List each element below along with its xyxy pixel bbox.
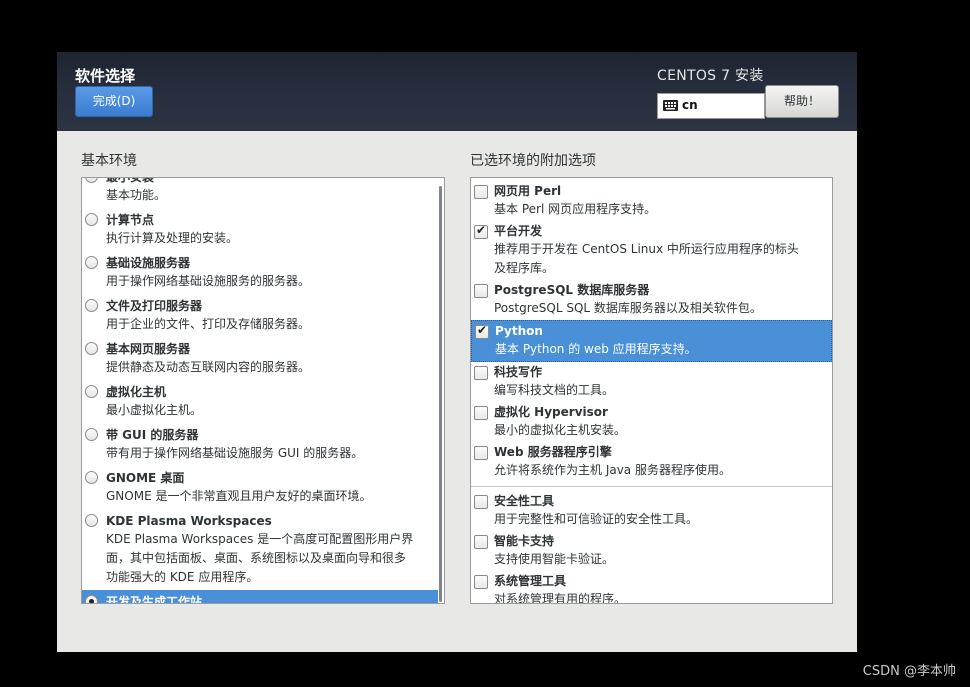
addon-item[interactable]: 科技写作编写科技文档的工具。 xyxy=(471,362,832,402)
environment-item[interactable]: 文件及打印服务器用于企业的文件、打印及存储服务器。 xyxy=(82,294,438,337)
addon-name: 虚拟化 Hypervisor xyxy=(494,405,608,419)
checkbox[interactable] xyxy=(474,575,488,589)
environment-description: 提供静态及动态互联网内容的服务器。 xyxy=(106,360,311,374)
environment-scrollbar[interactable] xyxy=(439,186,442,602)
installer-window: 软件选择 完成(D) CENTOS 7 安装 cn 帮助！ 基本环境 已选环境的… xyxy=(57,52,857,652)
environment-list[interactable]: 最小安装基本功能。计算节点执行计算及处理的安装。 基础设施服务器用于操作网络基础设… xyxy=(81,177,445,604)
environment-name: 带 GUI 的服务器 xyxy=(106,428,199,442)
radio-button[interactable] xyxy=(85,299,98,312)
radio-button[interactable] xyxy=(85,471,98,484)
checkbox[interactable] xyxy=(474,366,488,380)
radio-button[interactable] xyxy=(85,595,98,603)
radio-button[interactable] xyxy=(85,514,98,527)
environment-description: 基本功能。 xyxy=(106,188,167,202)
environment-item[interactable]: 基本网页服务器提供静态及动态互联网内容的服务器。 xyxy=(82,337,438,380)
addon-description: 支持使用智能卡验证。 xyxy=(494,552,615,566)
install-title: CENTOS 7 安装 xyxy=(657,68,764,84)
addon-description: 允许将系统作为主机 Java 服务器程序使用。 xyxy=(494,463,731,477)
addon-description: 及程序库。 xyxy=(494,261,555,275)
addon-item[interactable]: 平台开发推荐用于开发在 CentOS Linux 中所运行应用程序的标头及程序库… xyxy=(471,221,832,280)
addon-name: 科技写作 xyxy=(494,365,543,379)
addon-item[interactable]: 智能卡支持支持使用智能卡验证。 xyxy=(471,531,832,571)
page-title: 软件选择 xyxy=(75,67,136,85)
addon-list[interactable]: 网页用 Perl 基本 Perl 网页应用程序支持。平台开发推荐用于开发在 Cen… xyxy=(470,177,833,604)
radio-button[interactable] xyxy=(85,342,98,355)
checkbox[interactable] xyxy=(474,185,488,199)
environment-description: 带有用于操作网络基础设施服务 GUI 的服务器。 xyxy=(106,446,364,460)
addon-description: 推荐用于开发在 CentOS Linux 中所运行应用程序的标头 xyxy=(494,242,799,256)
environment-description: KDE Plasma Workspaces 是一个高度可配置图形用户界 xyxy=(106,532,414,546)
addon-item[interactable]: 虚拟化 Hypervisor 最小的虚拟化主机安装。 xyxy=(471,402,832,442)
addon-item[interactable]: 系统管理工具对系统管理有用的程序。 xyxy=(471,571,832,604)
environment-description: 面，其中包括面板、桌面、系统图标以及桌面向导和很多 xyxy=(106,551,407,565)
environment-item[interactable]: 最小安装 基本功能。 xyxy=(82,177,438,208)
addon-item[interactable]: 网页用 Perl 基本 Perl 网页应用程序支持。 xyxy=(471,181,832,221)
environment-description: GNOME 是一个非常直观且用户友好的桌面环境。 xyxy=(106,489,372,503)
environment-description: 功能强大的 KDE 应用程序。 xyxy=(106,570,259,584)
environment-item[interactable]: 开发及生成工作站用于软件、硬件、图形或者内容开发的工作站。 xyxy=(82,590,438,604)
environment-name: 基本网页服务器 xyxy=(106,342,191,356)
radio-button[interactable] xyxy=(85,428,98,441)
radio-button[interactable] xyxy=(85,385,98,398)
environment-name: 虚拟化主机 xyxy=(106,385,167,399)
addon-item[interactable]: Web 服务器程序引擎允许将系统作为主机 Java 服务器程序使用。 xyxy=(471,442,832,482)
addon-name: PostgreSQL 数据库服务器 xyxy=(494,283,650,297)
keyboard-layout-label: cn xyxy=(682,98,698,112)
addon-description: 基本 Python 的 web 应用程序支持。 xyxy=(495,342,697,356)
environment-description: 用于操作网络基础设施服务的服务器。 xyxy=(106,274,311,288)
environment-description: 用于企业的文件、打印及存储服务器。 xyxy=(106,317,311,331)
watermark: CSDN @李本帅 xyxy=(862,664,956,679)
checkbox[interactable] xyxy=(474,495,488,509)
keyboard-icon xyxy=(663,100,678,111)
checkbox[interactable] xyxy=(474,535,488,549)
addon-item[interactable]: 安全性工具用于完整性和可信验证的安全性工具。 xyxy=(471,491,832,531)
addon-description: PostgreSQL SQL 数据库服务器以及相关软件包。 xyxy=(494,301,762,315)
addon-description: 最小的虚拟化主机安装。 xyxy=(494,423,627,437)
addon-name: 智能卡支持 xyxy=(494,534,555,548)
addon-name: Python xyxy=(495,324,543,338)
environment-name: 计算节点 xyxy=(106,213,155,227)
addon-name: 网页用 Perl xyxy=(494,184,562,198)
environment-name: GNOME 桌面 xyxy=(106,471,185,485)
addons-label: 已选环境的附加选项 xyxy=(470,153,596,169)
list-separator xyxy=(471,486,832,487)
environment-item[interactable]: 基础设施服务器用于操作网络基础设施服务的服务器。 xyxy=(82,251,438,294)
environment-name: 基础设施服务器 xyxy=(106,256,191,270)
environment-name: 最小安装 xyxy=(106,177,155,184)
addon-name: 系统管理工具 xyxy=(494,574,567,588)
checkbox[interactable] xyxy=(474,223,488,239)
environment-description: 执行计算及处理的安装。 xyxy=(106,231,239,245)
done-button[interactable]: 完成(D) xyxy=(75,86,153,117)
checkbox[interactable] xyxy=(474,406,488,420)
addon-description: 对系统管理有用的程序。 xyxy=(494,592,627,604)
addon-description: 基本 Perl 网页应用程序支持。 xyxy=(494,202,657,216)
checkbox[interactable] xyxy=(474,284,488,298)
help-button[interactable]: 帮助！ xyxy=(765,85,839,118)
environment-name: 开发及生成工作站 xyxy=(106,595,203,604)
environment-name: 文件及打印服务器 xyxy=(106,299,203,313)
addon-name: Web 服务器程序引擎 xyxy=(494,445,612,459)
checkbox[interactable] xyxy=(474,446,488,460)
environment-name: KDE Plasma Workspaces xyxy=(106,514,272,528)
environment-item[interactable]: KDE Plasma Workspaces KDE Plasma Workspac… xyxy=(82,509,438,590)
header-bar: 软件选择 完成(D) CENTOS 7 安装 cn 帮助！ xyxy=(57,52,857,131)
environment-item[interactable]: 带 GUI 的服务器带有用于操作网络基础设施服务 GUI 的服务器。 xyxy=(82,423,438,466)
checkbox[interactable] xyxy=(475,323,489,339)
keyboard-layout-indicator[interactable]: cn xyxy=(657,93,765,119)
addon-name: 安全性工具 xyxy=(494,494,555,508)
environment-description: 最小虚拟化主机。 xyxy=(106,403,203,417)
radio-button[interactable] xyxy=(85,178,98,183)
radio-button[interactable] xyxy=(85,256,98,269)
environment-item[interactable]: 计算节点执行计算及处理的安装。 xyxy=(82,208,438,251)
base-environment-label: 基本环境 xyxy=(81,153,137,169)
addon-item[interactable]: PostgreSQL 数据库服务器 PostgreSQL SQL 数据库服务器以及… xyxy=(471,280,832,320)
addon-description: 用于完整性和可信验证的安全性工具。 xyxy=(494,512,699,526)
environment-item[interactable]: GNOME 桌面 GNOME 是一个非常直观且用户友好的桌面环境。 xyxy=(82,466,438,509)
addon-description: 编写科技文档的工具。 xyxy=(494,383,615,397)
addon-item[interactable]: Python 基本 Python 的 web 应用程序支持。 xyxy=(471,320,832,362)
addon-name: 平台开发 xyxy=(494,224,543,238)
environment-item[interactable]: 虚拟化主机最小虚拟化主机。 xyxy=(82,380,438,423)
radio-button[interactable] xyxy=(85,213,98,226)
